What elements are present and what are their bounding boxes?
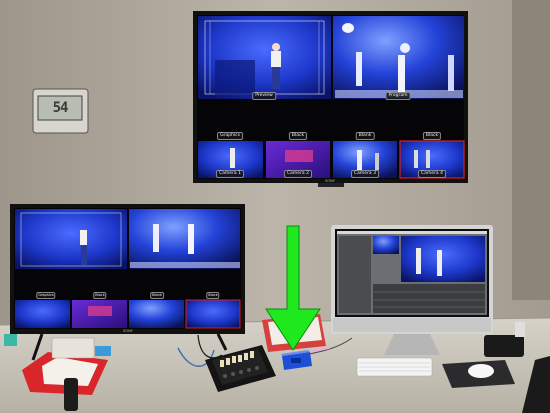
big-row-label-1: Graphics bbox=[217, 132, 243, 140]
small-row-label-4: Black bbox=[206, 292, 220, 299]
small-row-label-3: Blank bbox=[150, 292, 164, 299]
small-monitor-brand: SONY bbox=[123, 329, 133, 333]
small-program-screen bbox=[129, 209, 240, 269]
clock-readout: 54 bbox=[52, 100, 69, 116]
big-preview-label: Preview bbox=[252, 92, 276, 100]
doorway bbox=[512, 0, 550, 300]
big-monitor bbox=[193, 11, 468, 187]
big-monitor-brand: SONY bbox=[325, 179, 335, 183]
small-row-label-2: Black bbox=[93, 292, 107, 299]
big-cam-label-2: Camera 2 bbox=[284, 170, 312, 178]
teal-box bbox=[4, 334, 17, 346]
small-cam-1 bbox=[15, 300, 70, 328]
big-row-label-2: Black bbox=[288, 132, 308, 140]
studio-scene bbox=[0, 0, 550, 413]
small-row-label-1: Graphics bbox=[36, 292, 56, 299]
booklet bbox=[51, 337, 95, 359]
big-cam-label-4: Camera 4 bbox=[418, 170, 446, 178]
big-row-label-3: Blank bbox=[355, 132, 375, 140]
speaker-right bbox=[484, 335, 524, 357]
big-cam-label-3: Camera 3 bbox=[351, 170, 379, 178]
remote-control bbox=[64, 378, 78, 411]
small-cam-3 bbox=[129, 300, 184, 328]
sticky-notes bbox=[95, 346, 111, 356]
big-program-label: Program bbox=[385, 92, 411, 100]
small-cam-4 bbox=[186, 300, 240, 328]
big-cam-label-1: Camera 1 bbox=[216, 170, 244, 178]
small-preview-screen bbox=[15, 209, 127, 269]
mouse bbox=[468, 364, 494, 378]
big-row-label-4: Black bbox=[422, 132, 442, 140]
